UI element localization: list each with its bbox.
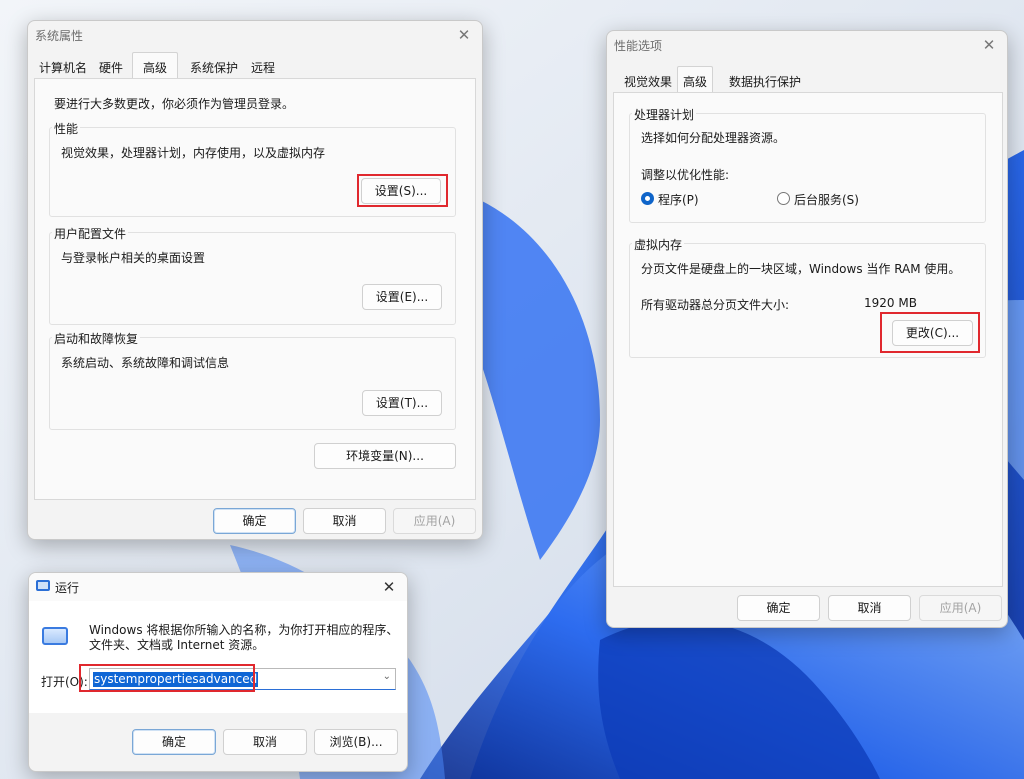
dialog-title: 运行	[55, 581, 80, 595]
group-description: 分页文件是硬盘上的一块区域，Windows 当作 RAM 使用。	[641, 262, 961, 276]
startup-recovery-group: 启动和故障恢复 系统启动、系统故障和调试信息 设置(T)...	[49, 330, 456, 430]
dialog-title: 性能选项	[614, 39, 663, 53]
user-profiles-settings-button[interactable]: 设置(E)...	[362, 284, 442, 310]
advanced-tab-panel: 要进行大多数更改，你必须作为管理员登录。 性能 视觉效果，处理器计划，内存使用，…	[34, 78, 476, 500]
close-icon[interactable]: ✕	[979, 35, 999, 55]
run-body: Windows 将根据你所输入的名称，为你打开相应的程序、 文件夹、文档或 In…	[29, 601, 407, 713]
programs-radio-label[interactable]: 程序(P)	[658, 191, 699, 208]
group-description: 与登录帐户相关的桌面设置	[61, 251, 206, 265]
adjust-label: 调整以优化性能:	[641, 168, 730, 182]
cancel-button[interactable]: 取消	[828, 595, 911, 621]
cancel-button[interactable]: 取消	[223, 729, 307, 755]
group-description: 选择如何分配处理器资源。	[641, 131, 786, 145]
run-program-icon	[42, 627, 68, 645]
close-icon[interactable]: ✕	[454, 25, 474, 45]
background-services-radio-label[interactable]: 后台服务(S)	[794, 191, 859, 208]
ok-button[interactable]: 确定	[737, 595, 820, 621]
ok-button[interactable]: 确定	[132, 729, 216, 755]
run-description-line2: 文件夹、文档或 Internet 资源。	[89, 638, 265, 652]
paging-total-label: 所有驱动器总分页文件大小:	[641, 298, 790, 312]
programs-radio[interactable]	[641, 192, 654, 205]
group-title: 启动和故障恢复	[52, 330, 141, 347]
close-icon[interactable]: ✕	[379, 577, 399, 597]
performance-options-dialog: 性能选项 ✕ 视觉效果 高级 数据执行保护 处理器计划 选择如何分配处理器资源。…	[606, 30, 1008, 628]
startup-settings-button[interactable]: 设置(T)...	[362, 390, 442, 416]
change-virtual-memory-button[interactable]: 更改(C)...	[892, 320, 973, 346]
tab-visual-effects[interactable]: 视觉效果	[619, 69, 677, 93]
tab-dep[interactable]: 数据执行保护	[723, 69, 807, 93]
browse-button[interactable]: 浏览(B)...	[314, 729, 398, 755]
performance-settings-button[interactable]: 设置(S)...	[361, 178, 441, 204]
group-title: 性能	[52, 120, 81, 137]
chevron-down-icon[interactable]: ⌄	[383, 671, 391, 682]
advanced-tab-panel: 处理器计划 选择如何分配处理器资源。 调整以优化性能: 程序(P) 后台服务(S…	[613, 92, 1003, 587]
group-description: 视觉效果，处理器计划，内存使用，以及虚拟内存	[61, 146, 326, 160]
open-input-value: systempropertiesadvanced	[93, 672, 259, 687]
background-services-radio[interactable]	[777, 192, 790, 205]
titlebar[interactable]: 运行 ✕	[29, 573, 407, 601]
cancel-button[interactable]: 取消	[303, 508, 386, 534]
titlebar[interactable]: 性能选项 ✕	[607, 31, 1007, 59]
open-input[interactable]: systempropertiesadvanced ⌄	[89, 668, 396, 690]
ok-button[interactable]: 确定	[213, 508, 296, 534]
environment-variables-button[interactable]: 环境变量(N)...	[314, 443, 456, 469]
group-title: 虚拟内存	[632, 236, 685, 253]
group-description: 系统启动、系统故障和调试信息	[61, 356, 230, 370]
system-properties-dialog: 系统属性 ✕ 计算机名 硬件 高级 系统保护 远程 要进行大多数更改，你必须作为…	[27, 20, 483, 540]
group-title: 用户配置文件	[52, 225, 129, 242]
apply-button[interactable]: 应用(A)	[919, 595, 1002, 621]
processor-scheduling-group: 处理器计划 选择如何分配处理器资源。 调整以优化性能: 程序(P) 后台服务(S…	[629, 106, 986, 223]
group-title: 处理器计划	[632, 106, 697, 123]
tab-remote[interactable]: 远程	[244, 55, 282, 79]
run-app-icon	[36, 580, 50, 591]
tab-system-protection[interactable]: 系统保护	[186, 55, 242, 79]
tab-advanced[interactable]: 高级	[677, 66, 713, 93]
admin-note: 要进行大多数更改，你必须作为管理员登录。	[54, 97, 295, 111]
tab-computer-name[interactable]: 计算机名	[34, 55, 92, 79]
tab-advanced[interactable]: 高级	[132, 52, 178, 79]
user-profiles-group: 用户配置文件 与登录帐户相关的桌面设置 设置(E)...	[49, 225, 456, 325]
performance-group: 性能 视觉效果，处理器计划，内存使用，以及虚拟内存 设置(S)...	[49, 120, 456, 217]
run-dialog: 运行 ✕ Windows 将根据你所输入的名称，为你打开相应的程序、 文件夹、文…	[28, 572, 408, 772]
open-label: 打开(O):	[41, 675, 88, 689]
titlebar[interactable]: 系统属性 ✕	[28, 21, 482, 49]
dialog-title: 系统属性	[35, 29, 84, 43]
tab-hardware[interactable]: 硬件	[92, 55, 130, 79]
paging-total-value: 1920 MB	[864, 296, 917, 310]
apply-button[interactable]: 应用(A)	[393, 508, 476, 534]
virtual-memory-group: 虚拟内存 分页文件是硬盘上的一块区域，Windows 当作 RAM 使用。 所有…	[629, 236, 986, 358]
